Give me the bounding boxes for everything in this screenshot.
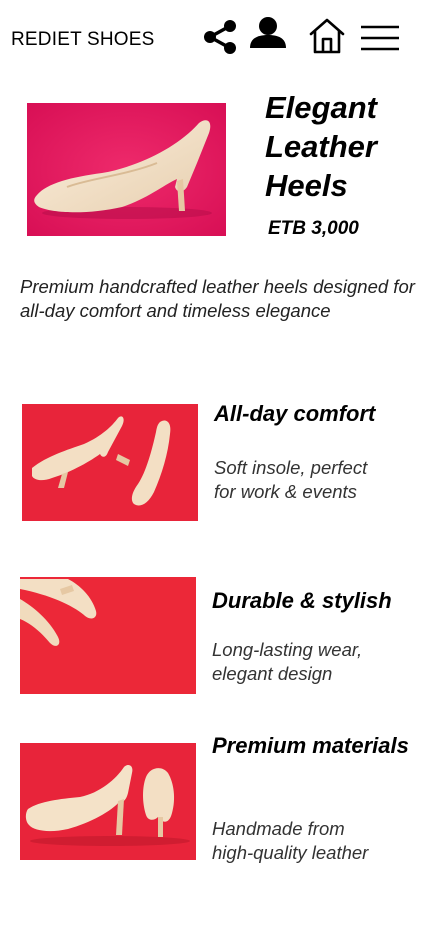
feature-description: Handmade from high-quality leather [212, 818, 369, 863]
feature-description: Soft insole, perfect for work & events [214, 457, 368, 502]
feature-image-materials [20, 743, 196, 860]
feature-image-comfort [22, 404, 198, 521]
user-icon[interactable] [248, 16, 288, 50]
product-price: ETB 3,000 [268, 218, 359, 239]
share-icon[interactable] [203, 19, 237, 55]
menu-icon[interactable] [360, 24, 400, 52]
home-icon[interactable] [308, 17, 346, 55]
brand-logo[interactable]: REDIET SHOES [11, 29, 155, 51]
hero-product-image[interactable] [27, 103, 226, 236]
feature-image-durable [20, 577, 196, 694]
feature-title: Premium materials [212, 733, 409, 758]
feature-description: Long-lasting wear, elegant design [212, 639, 363, 684]
feature-title: Durable & stylish [212, 588, 392, 613]
product-title: Elegant Leather Heels [265, 90, 377, 203]
feature-title: All-day comfort [214, 401, 376, 426]
product-description: Premium handcrafted leather heels design… [20, 276, 415, 321]
